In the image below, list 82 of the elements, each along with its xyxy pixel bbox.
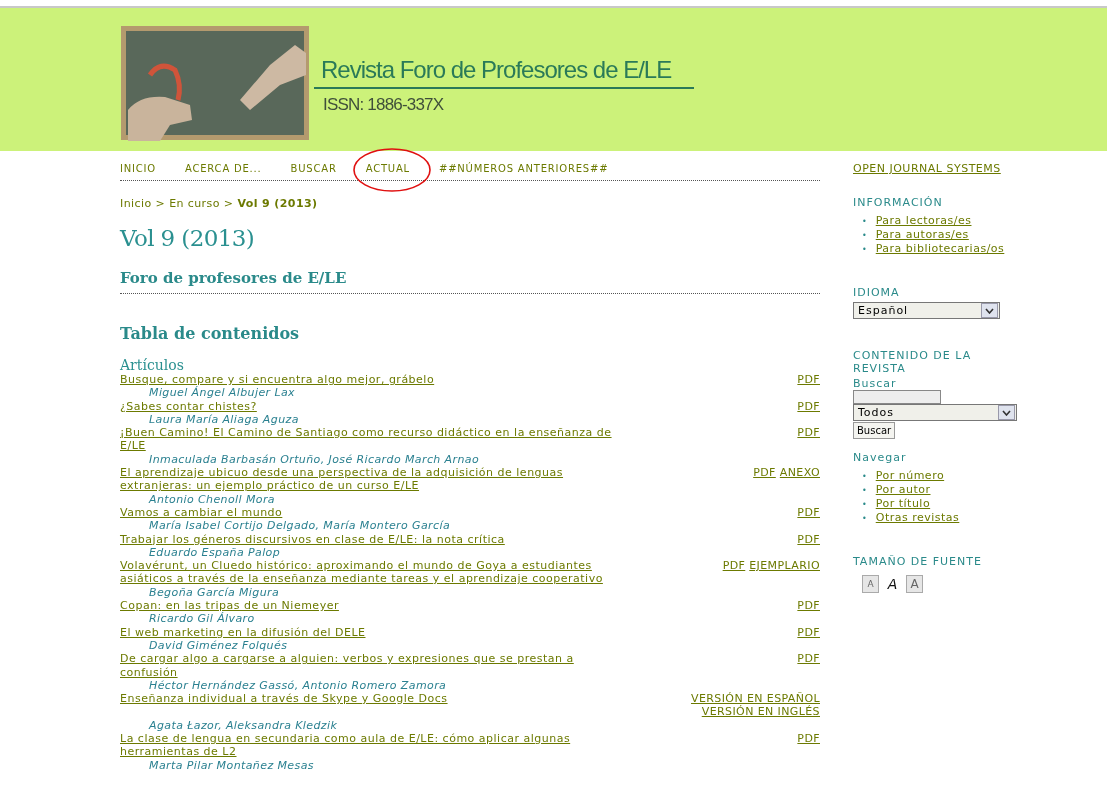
nav-link[interactable]: INICIO [120, 163, 156, 174]
browse-link[interactable]: Por autor [875, 483, 931, 496]
breadcrumb-link[interactable]: En curso [169, 197, 220, 210]
article-authors: Agata Łazor, Aleksandra Kledzik [147, 718, 339, 732]
article-title-link[interactable]: Copan: en las tripas de un Niemeyer [120, 599, 615, 613]
search-label: Buscar [853, 377, 898, 390]
article-authors: Inmaculada Barbasán Ortuño, José Ricardo March Arnao [148, 452, 481, 467]
page-title: Vol 9 (2013) [120, 225, 256, 251]
search-button[interactable]: Buscar [853, 422, 896, 439]
sidebar-heading: TAMAÑO DE FUENTE [853, 555, 983, 568]
article-authors: Marta Pilar Montañez Mesas [148, 758, 315, 772]
search-field[interactable] [853, 390, 941, 404]
browse-link[interactable]: Por número [875, 469, 945, 482]
bullet: • [862, 245, 867, 254]
bullet: • [862, 514, 867, 523]
galley-link[interactable]: PDF [797, 652, 820, 679]
sidebar-heading: IDIOMA [853, 286, 901, 299]
galley-link[interactable]: PDF [797, 732, 820, 759]
ojs-link[interactable]: OPEN JOURNAL SYSTEMS [853, 162, 1001, 175]
article-title-link[interactable]: Vamos a cambiar el mundo [120, 505, 615, 520]
galley-link[interactable]: PDF [753, 466, 776, 493]
browse-link[interactable]: Otras revistas [875, 511, 960, 524]
breadcrumb-link[interactable]: Vol 9 (2013) [237, 197, 318, 210]
galley-link[interactable]: VERSIÓN EN INGLÉS [701, 705, 820, 719]
article-authors: Eduardo España Palop [148, 545, 282, 560]
article-authors: María Isabel Cortijo Delgado, María Montero García [148, 519, 452, 533]
info-link[interactable]: Para lectoras/es [875, 214, 972, 227]
article-title-link[interactable]: Busque, compare y si encuentra algo mejor, grábelo [120, 373, 615, 387]
galley-link[interactable]: EJEMPLARIO [749, 559, 820, 586]
article-title-link[interactable]: Trabajar los géneros discursivos en clase de E/LE: la nota crítica [120, 532, 615, 546]
bullet: • [862, 500, 867, 509]
article-title-link[interactable]: El web marketing en la difusión del DELE [120, 625, 615, 639]
article-title-link[interactable]: Enseñanza individual a través de Skype y Google Docs [120, 692, 615, 719]
info-link[interactable]: Para bibliotecarias/os [875, 242, 1005, 255]
sidebar-heading: CONTENIDO DE LA REVISTA [853, 349, 973, 375]
font-size-button[interactable]: A [906, 575, 923, 593]
info-link[interactable]: Para autoras/es [875, 228, 969, 241]
galley-link[interactable]: PDF [797, 505, 820, 520]
browse-link[interactable]: Por título [875, 497, 931, 510]
issn-text: ISSN: 1886-337X [323, 94, 445, 115]
browse-heading: Navegar [853, 451, 908, 464]
article-authors: David Giménez Folqués [148, 638, 289, 653]
galley-link[interactable]: PDF [797, 532, 820, 546]
breadcrumb-link[interactable]: Inicio [120, 197, 152, 210]
article-title-link[interactable]: La clase de lengua en secundaria como aula de E/LE: cómo aplicar algunas herramientas de L2 [120, 732, 615, 759]
article-authors: Laura María Aliaga Aguza [148, 412, 300, 427]
nav-link[interactable]: BUSCAR [290, 163, 337, 174]
article-title-link[interactable]: Volavérunt, un Cluedo histórico: aproximando el mundo de Goya a estudiantes asiáticos a través de la enseñanza mediante tareas y el aprendizaje cooperativo [120, 559, 615, 586]
breadcrumb-separator: > [223, 197, 234, 210]
galley-link[interactable]: ANEXO [779, 466, 820, 493]
section-heading: Artículos [120, 357, 185, 373]
nav-link[interactable]: ACERCA DE... [185, 163, 262, 174]
sidebar-heading: INFORMACIÓN [853, 196, 944, 209]
issue-title: Foro de profesores de E/LE [120, 269, 820, 294]
galley-link[interactable]: VERSIÓN EN ESPAÑOL [691, 692, 820, 706]
bullet: • [862, 217, 867, 226]
article-authors: Miguel Ángel Albujer Lax [148, 386, 296, 400]
article-authors: Begoña García Migura [148, 585, 281, 600]
galley-link[interactable]: PDF [797, 373, 820, 387]
search-scope-select[interactable]: Todos [853, 404, 1017, 421]
galley-link[interactable]: PDF [797, 625, 820, 639]
galley-link[interactable]: PDF [797, 399, 820, 413]
galley-link[interactable]: PDF [722, 559, 746, 586]
bullet: • [862, 486, 867, 495]
toc-heading: Tabla de contenidos [120, 324, 301, 343]
article-authors: Héctor Hernández Gassó, Antonio Romero Zamora [148, 678, 448, 693]
bullet: • [862, 231, 867, 240]
article-authors: Ricardo Gil Álvaro [148, 612, 256, 626]
galley-link[interactable]: PDF [797, 599, 820, 613]
font-size-button[interactable]: A [862, 575, 879, 593]
article-authors: Antonio Chenoll Mora [147, 492, 276, 506]
bullet: • [862, 472, 867, 481]
language-select[interactable]: Español [853, 302, 1000, 319]
nav-link[interactable]: ##NÚMEROS ANTERIORES## [438, 163, 609, 174]
nav-link[interactable]: ACTUAL [365, 163, 410, 174]
article-title-link[interactable]: ¡Buen Camino! El Camino de Santiago como recurso didáctico en la enseñanza de E/LE [120, 426, 615, 453]
journal-title: Revista Foro de Profesores de E/LE [321, 55, 673, 84]
article-title-link[interactable]: El aprendizaje ubicuo desde una perspectiva de la adquisición de lenguas extranjeras: un ejemplo práctico de un curso E/LE [120, 466, 615, 493]
article-title-link[interactable]: De cargar algo a cargarse a alguien: verbos y expresiones que se prestan a confusión [120, 652, 615, 679]
article-title-link[interactable]: ¿Sabes contar chistes? [120, 399, 615, 413]
galley-link[interactable]: PDF [797, 426, 820, 453]
breadcrumb-separator: > [155, 197, 166, 210]
